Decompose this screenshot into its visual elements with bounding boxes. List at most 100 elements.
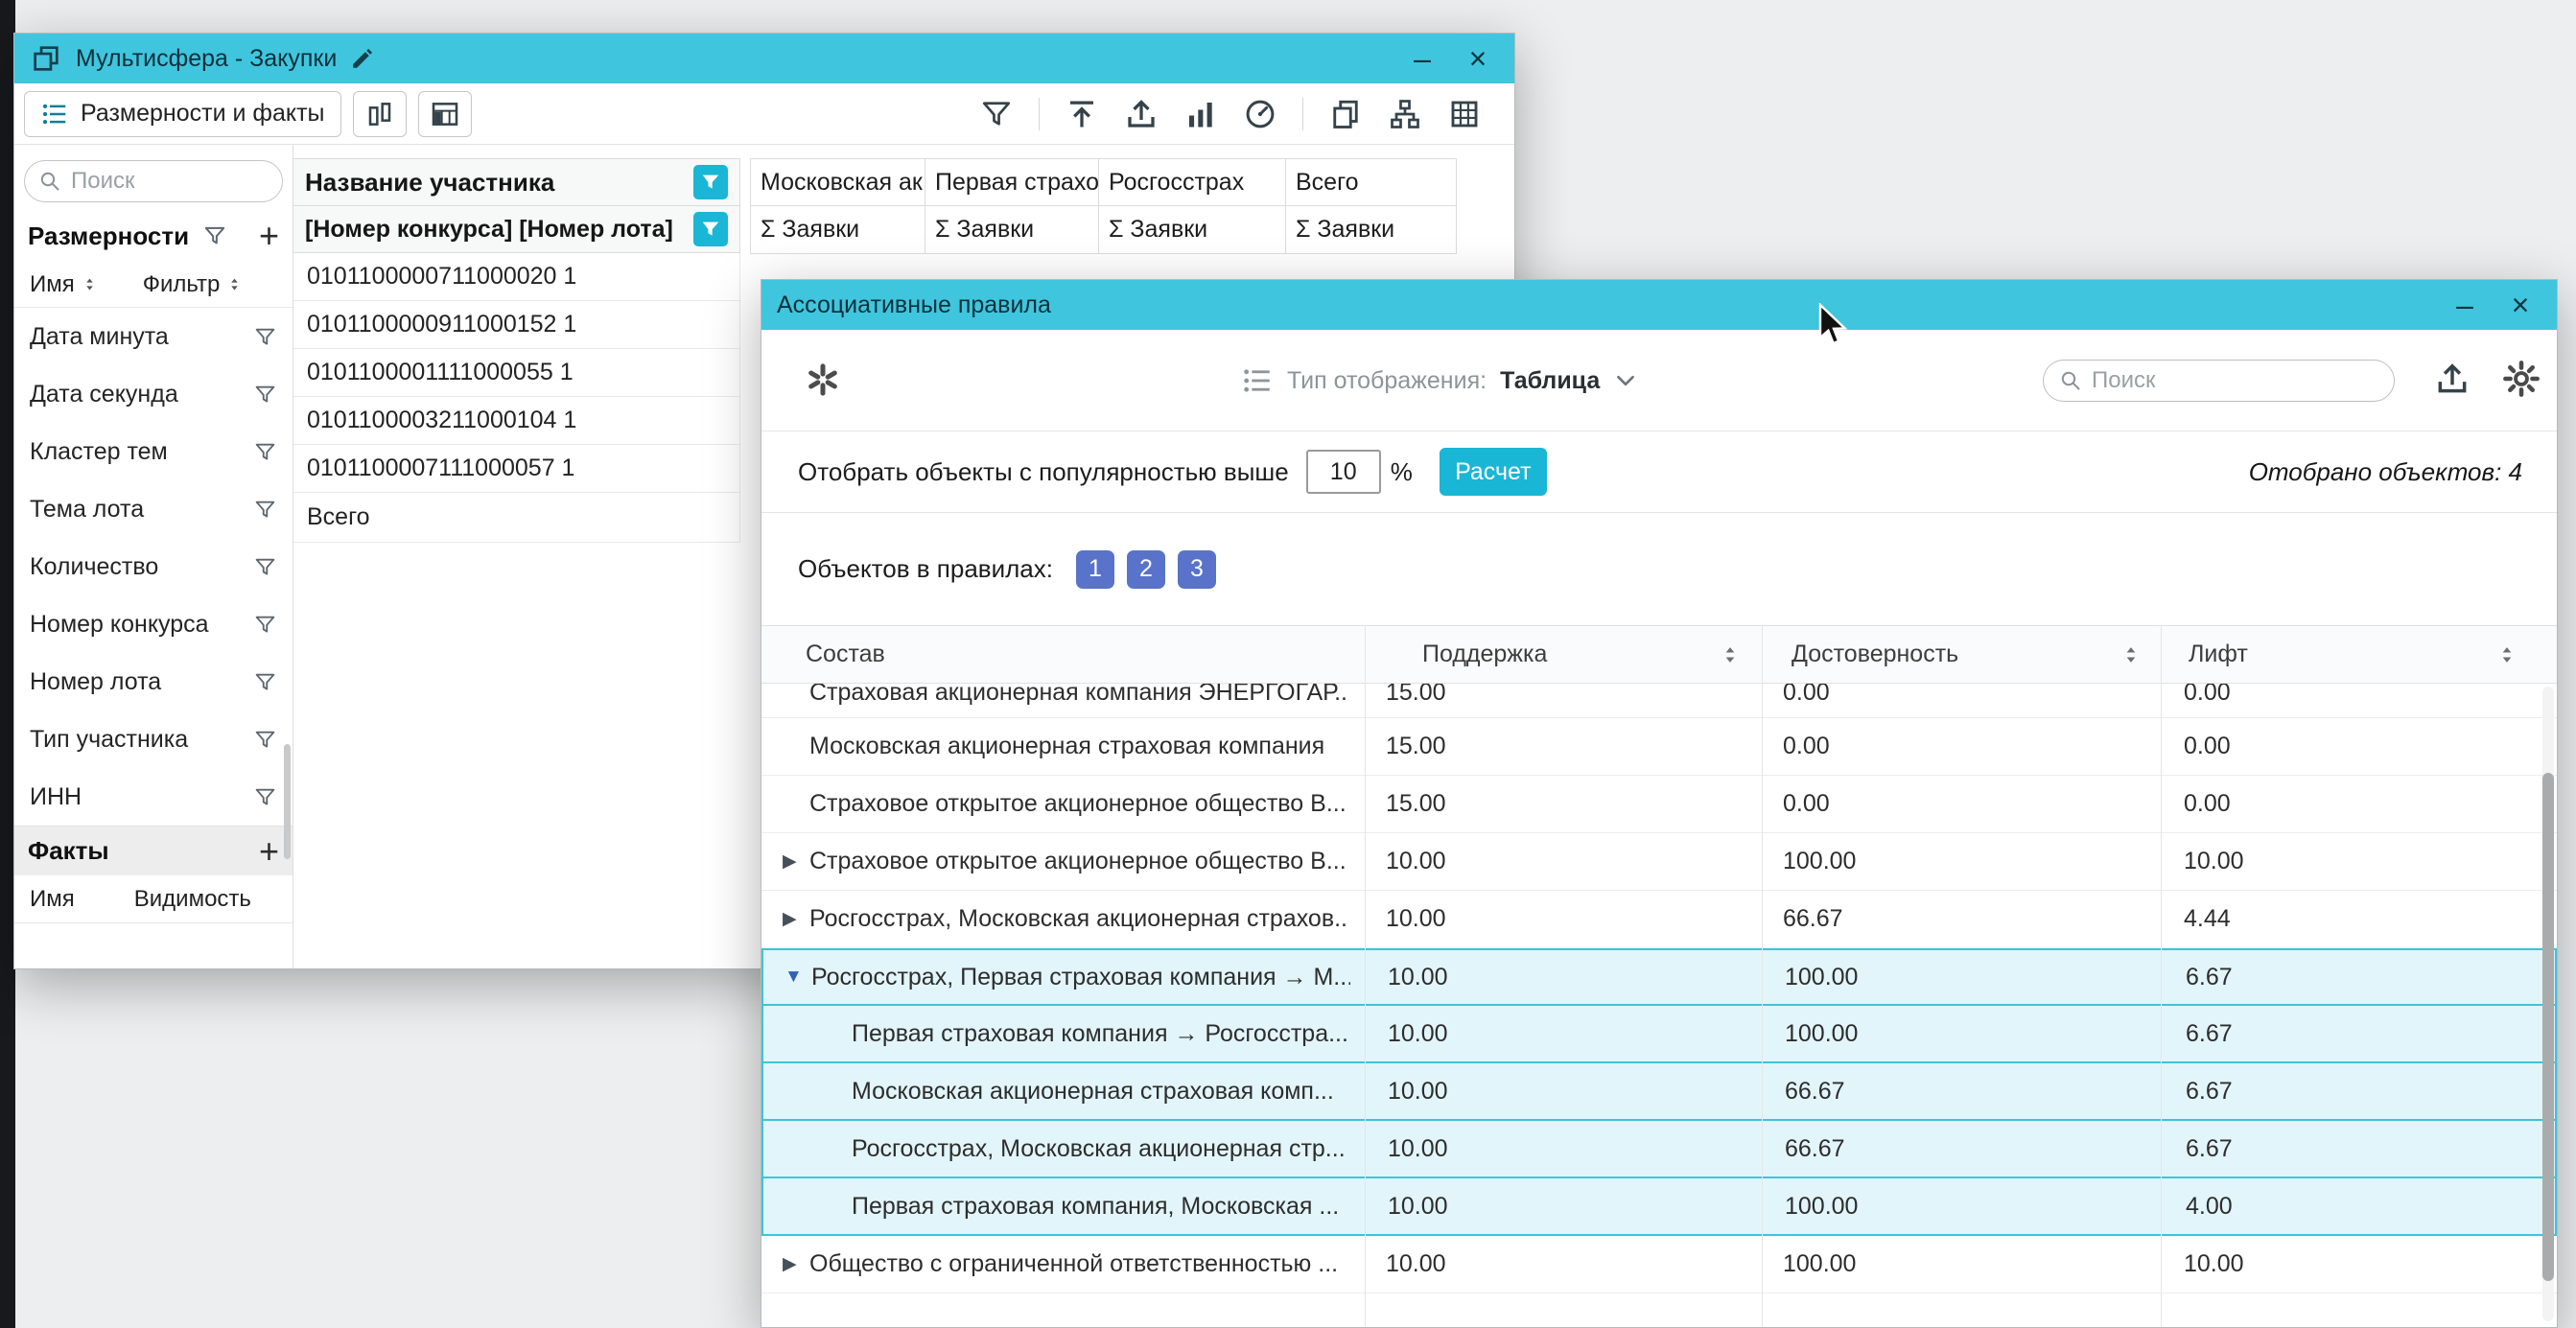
sidebar-item[interactable]: Дата минута [14,308,293,365]
expand-icon[interactable]: ▶ [783,891,797,947]
pivot-row[interactable]: 0101100000911000152 1 [293,301,740,349]
sort-icon[interactable] [1721,642,1740,667]
pivot-col-header[interactable]: Первая страхо [925,158,1098,206]
gauge-icon[interactable] [1243,97,1277,131]
toolbar-divider [1039,98,1040,130]
filter-icon[interactable] [253,555,277,579]
col-header-lift[interactable]: Лифт [2189,626,2248,683]
filter-icon[interactable] [253,498,277,522]
pivot-row[interactable]: 0101100001111000055 1 [293,349,740,397]
export-icon[interactable] [2434,361,2471,397]
hierarchy-icon[interactable] [1388,97,1422,131]
rules-row[interactable]: Московская акционерная страховая компани… [761,718,2557,776]
rules-search-input[interactable] [2092,367,2378,394]
calc-button[interactable]: Расчет [1440,448,1547,496]
rules-row[interactable]: ▶ Росгосстрах, Московская акционерная ст… [761,891,2557,948]
sidebar-item[interactable]: Тема лота [14,480,293,538]
sidebar-item[interactable]: Номер лота [14,653,293,711]
rules-row[interactable]: Страховое открытое акционерное общество … [761,776,2557,833]
dimensions-filter-icon[interactable] [202,223,227,248]
rules-scrollbar[interactable] [2542,687,2554,1321]
pivot-total-row[interactable]: Всего [293,493,740,543]
pivot-col-header[interactable]: Росгосстрах [1099,158,1285,206]
rules-titlebar[interactable]: Ассоциативные правила – × [761,280,2557,330]
pivot-row[interactable]: 0101100000711000020 1 [293,253,740,301]
rules-row[interactable]: Страховая акционерная компания ЭНЕРГОГАР… [761,684,2557,718]
rules-row-selected[interactable]: Московская акционерная страховая комп...… [761,1063,2557,1121]
filter-icon[interactable] [253,670,277,694]
expand-icon[interactable]: ▶ [783,833,797,890]
filter-icon[interactable] [253,383,277,407]
pivot-row-header[interactable]: Название участника [293,158,740,206]
expand-icon[interactable]: ▶ [783,1236,797,1293]
swap-columns-button[interactable] [353,91,407,137]
pivot-col-header[interactable]: Московская ак [751,158,925,206]
pivot-measure[interactable]: Σ Заявки [925,206,1098,254]
rules-row-selected[interactable]: Первая страховая компания, Московская ..… [761,1178,2557,1236]
filter-icon[interactable] [253,785,277,809]
sidebar-item[interactable]: Номер конкурса [14,595,293,653]
rules-row[interactable]: ▶ Страховое открытое акционерное обществ… [761,833,2557,891]
pivot-measure[interactable]: Σ Заявки [1286,206,1456,254]
gear-icon[interactable] [2501,359,2541,399]
rules-search[interactable] [2043,360,2395,402]
rules-close-button[interactable]: × [2499,281,2541,329]
bar-chart-icon[interactable] [1183,97,1218,131]
sidebar-item[interactable]: Кластер тем [14,423,293,480]
rules-row[interactable]: ▶ Общество с ограниченной ответственност… [761,1236,2557,1293]
filter-icon[interactable] [253,728,277,752]
col-header-sostav[interactable]: Состав [806,626,885,683]
copy-pages-icon[interactable] [1328,97,1363,131]
col-header-dostovernost[interactable]: Достоверность [1791,626,1958,683]
popularity-input[interactable] [1306,450,1381,494]
rules-row-selected[interactable]: Первая страховая компания → Росгосстра..… [761,1006,2557,1063]
sort-icon[interactable] [227,275,242,293]
minimize-button[interactable]: – [1401,35,1443,82]
rules-row-selected[interactable]: ▼ Росгосстрах, Первая страховая компания… [761,948,2557,1006]
header-filter-button[interactable] [693,165,728,199]
sidebar-item[interactable]: Тип участника [14,711,293,768]
sidebar-item[interactable]: Дата секунда [14,365,293,423]
header-filter-button[interactable] [693,212,728,246]
sidebar-scrollbar[interactable] [284,744,291,859]
object-count-button[interactable]: 3 [1178,550,1216,589]
sort-icon[interactable] [82,275,97,293]
spinner-icon [804,361,842,399]
sidebar-item[interactable]: Количество [14,538,293,595]
dimensions-col-filter[interactable]: Фильтр [143,271,221,298]
close-button[interactable]: × [1457,35,1499,82]
display-type-dropdown[interactable]: Тип отображения: Таблица [1241,330,1638,431]
sidebar-item[interactable]: ИНН [14,768,293,826]
export-icon[interactable] [1124,97,1159,131]
main-titlebar[interactable]: Мультисфера - Закупки – × [14,34,1514,83]
sort-icon[interactable] [2497,642,2517,667]
pivot-row[interactable]: 0101100003211000104 1 [293,397,740,445]
dimensions-facts-button[interactable]: Размерности и факты [24,91,341,137]
filter-icon[interactable] [253,440,277,464]
pivot-measure[interactable]: Σ Заявки [1099,206,1285,254]
pivot-grid-icon[interactable] [1447,97,1482,131]
table-structure-button[interactable] [418,91,472,137]
scrollbar-thumb[interactable] [2542,773,2554,1281]
import-icon[interactable] [1065,97,1099,131]
dimensions-col-name[interactable]: Имя [30,271,75,298]
pivot-col-header[interactable]: Всего [1286,158,1456,206]
object-count-button[interactable]: 1 [1076,550,1114,589]
pivot-row-subheader[interactable]: [Номер конкурса] [Номер лота] [293,205,740,253]
filter-icon[interactable] [253,325,277,349]
pivot-measure[interactable]: Σ Заявки [751,206,925,254]
col-header-podderzhka[interactable]: Поддержка [1422,626,1547,683]
edit-title-icon[interactable] [350,46,375,71]
sort-icon[interactable] [2121,642,2141,667]
add-fact-button[interactable]: + [259,834,279,869]
pivot-row[interactable]: 0101100007111000057 1 [293,445,740,493]
object-count-button[interactable]: 2 [1127,550,1165,589]
sidebar-search-input[interactable] [71,168,269,195]
rules-minimize-button[interactable]: – [2444,281,2486,329]
sidebar-search[interactable] [24,160,283,202]
rules-row-selected[interactable]: Росгосстрах, Московская акционерная стр.… [761,1121,2557,1178]
filter-icon[interactable] [979,97,1014,131]
collapse-icon[interactable]: ▼ [785,950,803,1004]
filter-icon[interactable] [253,613,277,637]
add-dimension-button[interactable]: + [259,219,279,253]
